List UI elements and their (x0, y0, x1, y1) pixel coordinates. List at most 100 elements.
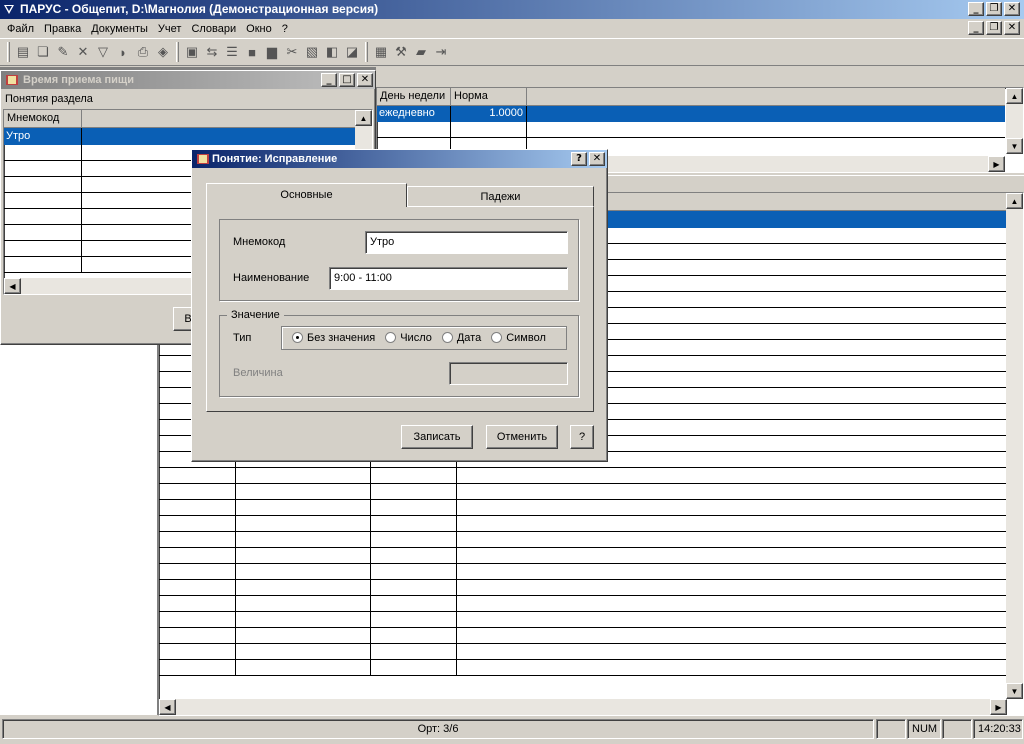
radio-symbol[interactable]: Символ (491, 331, 546, 344)
mnemo-label: Мнемокод (233, 236, 286, 248)
delete-icon[interactable]: ✕ (73, 42, 93, 62)
scroll-down-icon[interactable]: ▼ (1006, 138, 1023, 154)
folder-open-icon[interactable]: ▰ (411, 42, 431, 62)
table-cell (4, 209, 82, 224)
print-icon[interactable]: ⎙ (133, 42, 153, 62)
maximize-button[interactable]: □ (339, 73, 355, 87)
dialog-close-button[interactable]: ✕ (589, 152, 605, 166)
table-row[interactable]: ежедневно 1.0000 (377, 106, 1005, 122)
move-icon[interactable]: ⇆ (202, 42, 222, 62)
table-cell (236, 516, 371, 531)
mark-icon[interactable]: ◗ (113, 42, 133, 62)
save-button[interactable]: Записать (401, 425, 473, 449)
radio-none-dot[interactable] (292, 331, 303, 343)
radio-number[interactable]: Число (385, 331, 432, 344)
table-row (159, 628, 1007, 644)
menu-file[interactable]: Файл (2, 23, 39, 35)
table-cell (371, 564, 457, 579)
table-cell (159, 532, 236, 547)
table-row (159, 580, 1007, 596)
menu-dictionaries[interactable]: Словари (186, 23, 241, 35)
scroll-right-icon[interactable]: ▶ (990, 699, 1007, 715)
table-cell (371, 596, 457, 611)
app-title: ПАРУС - Общепит, D:\Магнолия (Демонстрац… (20, 2, 379, 16)
cell-norm: 1.0000 (451, 106, 527, 122)
close-button[interactable]: ✕ (357, 73, 373, 87)
menu-help[interactable]: ? (277, 23, 293, 35)
new-doc-icon[interactable]: ▤ (13, 42, 33, 62)
exit-icon[interactable]: ⇥ (431, 42, 451, 62)
column-header-day[interactable]: День недели (377, 88, 451, 106)
table-cell (236, 612, 371, 627)
scroll-right-icon[interactable]: ▶ (988, 156, 1005, 172)
column-header-mnemo[interactable]: Мнемокод (4, 110, 82, 128)
package-icon[interactable]: ◈ (153, 42, 173, 62)
table-cell (236, 484, 371, 499)
column-header-filler (82, 110, 356, 128)
status-scroll (942, 719, 972, 739)
mdi-restore-button[interactable]: ❐ (986, 21, 1002, 35)
table-cell (236, 644, 371, 659)
magnitude-field[interactable] (449, 362, 568, 385)
tab-cases[interactable]: Падежи (407, 186, 594, 206)
list-icon[interactable]: ☰ (222, 42, 242, 62)
scroll-up-icon[interactable]: ▲ (355, 110, 372, 126)
vertical-scrollbar[interactable]: ▲ ▼ (1006, 193, 1023, 699)
folder-icon[interactable]: ▆ (262, 42, 282, 62)
menu-edit[interactable]: Правка (39, 23, 86, 35)
scroll-up-icon[interactable]: ▲ (1006, 88, 1023, 104)
table-row (159, 612, 1007, 628)
help-button[interactable]: ? (570, 425, 594, 449)
scroll-down-icon[interactable]: ▼ (1006, 683, 1023, 699)
restore-button[interactable]: ❐ (986, 2, 1002, 16)
table-row[interactable]: Утро (4, 128, 356, 145)
cancel-button[interactable]: Отменить (486, 425, 558, 449)
paste-icon[interactable]: ▧ (302, 42, 322, 62)
mnemo-field[interactable]: Утро (365, 231, 568, 254)
minimize-button[interactable]: _ (321, 73, 337, 87)
radio-none[interactable]: Без значения (292, 331, 375, 344)
column-header-filler (527, 88, 1005, 106)
book-icon[interactable]: ◧ (322, 42, 342, 62)
table-cell (236, 548, 371, 563)
table-cell (371, 644, 457, 659)
scroll-left-icon[interactable]: ◀ (159, 699, 176, 715)
calculator-icon[interactable]: ▦ (371, 42, 391, 62)
radio-symbol-dot[interactable] (491, 331, 503, 343)
folder-dark-icon[interactable]: ■ (242, 42, 262, 62)
help-title-button[interactable]: ? (571, 152, 587, 166)
radio-number-dot[interactable] (385, 331, 397, 343)
menu-window[interactable]: Окно (241, 23, 277, 35)
column-header-norm[interactable]: Норма (451, 88, 527, 106)
edit-doc-icon[interactable]: ✎ (53, 42, 73, 62)
table-cell (159, 500, 236, 515)
status-caps (876, 719, 906, 739)
vertical-scrollbar[interactable]: ▲ ▼ (1006, 88, 1023, 154)
tab-main[interactable]: Основные (206, 183, 407, 207)
scroll-left-icon[interactable]: ◀ (4, 278, 21, 294)
book-icon (197, 154, 209, 164)
status-bar: Орт: 3/6 NUM 14:20:33 (0, 715, 1024, 744)
menu-documents[interactable]: Документы (86, 23, 153, 35)
mdi-close-button[interactable]: ✕ (1004, 21, 1020, 35)
copy-doc-icon[interactable]: ❏ (33, 42, 53, 62)
table-row (159, 548, 1007, 564)
radio-date-dot[interactable] (441, 331, 453, 343)
name-field[interactable]: 9:00 - 11:00 (329, 267, 568, 290)
minimize-button[interactable]: _ (968, 2, 984, 16)
close-button[interactable]: ✕ (1004, 2, 1020, 16)
mdi-minimize-button[interactable]: _ (968, 21, 984, 35)
hammer-icon[interactable]: ⚒ (391, 42, 411, 62)
table-row (159, 468, 1007, 484)
table-row (159, 516, 1007, 532)
filter-icon[interactable]: ▽ (93, 42, 113, 62)
radio-date[interactable]: Дата (441, 331, 481, 344)
table-cell (159, 660, 236, 675)
scroll-up-icon[interactable]: ▲ (1006, 193, 1023, 209)
horizontal-scrollbar[interactable]: ◀ ▶ (159, 699, 1007, 715)
view-icon[interactable]: ▣ (182, 42, 202, 62)
menu-accounting[interactable]: Учет (153, 23, 187, 35)
tools-icon[interactable]: ✂ (282, 42, 302, 62)
table-cell (159, 580, 236, 595)
users-icon[interactable]: ◪ (342, 42, 362, 62)
